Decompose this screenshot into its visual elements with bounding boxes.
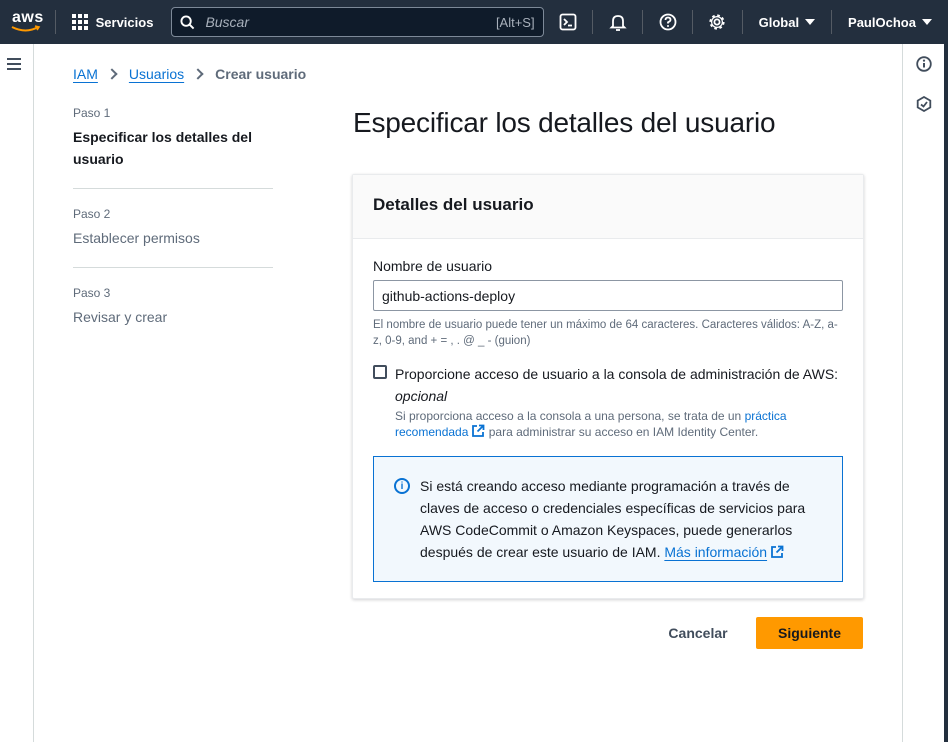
menu-icon[interactable] — [7, 58, 21, 73]
search-shortcut: [Alt+S] — [495, 14, 535, 30]
step-label: Especificar los detalles del usuario — [73, 129, 252, 167]
cancel-button[interactable]: Cancelar — [656, 617, 740, 649]
caret-down-icon — [805, 19, 816, 25]
info-alert: i Si está creando acceso mediante progra… — [373, 456, 843, 582]
optional-label: opcional — [395, 388, 448, 404]
cloudshell-button[interactable] — [544, 0, 593, 44]
account-menu[interactable]: PaulOchoa — [832, 15, 948, 30]
learn-more-link[interactable]: Más información — [664, 544, 767, 560]
breadcrumb-users[interactable]: Usuarios — [129, 66, 184, 82]
console-access-description: Si proporciona acceso a la consola a una… — [395, 408, 843, 440]
settings-button[interactable] — [693, 0, 742, 44]
wizard-steps: Paso 1 Especificar los detalles del usua… — [73, 106, 273, 364]
help-button[interactable] — [643, 0, 692, 44]
external-link-icon[interactable] — [471, 424, 485, 438]
notifications-button[interactable] — [593, 0, 642, 44]
console-access-option: Proporcione acceso de usuario a la conso… — [373, 363, 843, 440]
user-details-container: Detalles del usuario Nombre de usuario g… — [352, 174, 864, 599]
step-1: Paso 1 Especificar los detalles del usua… — [73, 106, 273, 189]
info-icon: i — [394, 478, 410, 494]
services-menu-button[interactable]: Servicios — [56, 0, 170, 44]
info-alert-text: Si está creando acceso mediante programa… — [420, 475, 822, 563]
card-header: Detalles del usuario — [353, 175, 863, 239]
breadcrumb-current: Crear usuario — [215, 66, 307, 82]
chevron-right-icon — [106, 68, 118, 80]
left-navigation-rail — [0, 44, 34, 742]
console-access-label-text: Proporcione acceso de usuario a la conso… — [395, 366, 839, 382]
step-label: Revisar y crear — [73, 309, 168, 325]
username-value: github-actions-deploy — [382, 287, 516, 304]
region-label: Global — [758, 14, 800, 30]
step-number: Paso 1 — [73, 106, 111, 120]
card-title: Detalles del usuario — [373, 195, 534, 214]
console-access-label[interactable]: Proporcione acceso de usuario a la conso… — [395, 363, 843, 407]
console-access-checkbox[interactable] — [373, 365, 387, 379]
region-selector[interactable]: Global — [743, 15, 831, 30]
console-access-desc-before: Si proporciona acceso a la consola a una… — [395, 409, 745, 423]
console-access-text: Proporcione acceso de usuario a la conso… — [395, 363, 843, 440]
user-label: PaulOchoa — [848, 14, 916, 30]
step-number: Paso 2 — [73, 207, 111, 221]
info-panel-icon[interactable] — [916, 56, 932, 72]
bell-icon — [609, 15, 627, 31]
breadcrumb-iam[interactable]: IAM — [73, 66, 98, 82]
step-label: Establecer permisos — [73, 230, 200, 246]
chevron-right-icon — [192, 68, 204, 80]
top-navigation: aws Servicios Buscar [Alt+S] Global Paul… — [0, 0, 948, 44]
breadcrumb: IAM Usuarios Crear usuario — [73, 66, 306, 82]
caret-down-icon — [921, 19, 932, 25]
aws-smile-icon — [11, 25, 41, 32]
services-grid-icon — [71, 14, 88, 30]
scrollbar[interactable] — [944, 44, 948, 742]
username-input[interactable]: github-actions-deploy — [373, 280, 843, 311]
search-placeholder: Buscar — [205, 14, 250, 30]
help-icon — [659, 13, 676, 31]
step-3: Paso 3 Revisar y crear — [73, 286, 273, 346]
search-icon — [180, 14, 195, 29]
aws-logo[interactable]: aws — [0, 0, 55, 44]
username-hint: El nombre de usuario puede tener un máxi… — [373, 319, 838, 347]
page-title: Especificar los detalles del usuario — [353, 107, 776, 138]
step-number: Paso 3 — [73, 286, 111, 300]
right-tools-rail — [902, 44, 948, 742]
search-input[interactable]: Buscar [Alt+S] — [171, 7, 544, 37]
card-body: Nombre de usuario github-actions-deploy … — [353, 239, 863, 602]
external-link-icon[interactable] — [770, 545, 784, 559]
cloudshell-icon — [559, 13, 577, 31]
gear-icon — [709, 14, 725, 30]
next-button[interactable]: Siguiente — [756, 617, 863, 649]
security-hub-icon[interactable] — [916, 96, 932, 112]
username-label: Nombre de usuario — [373, 258, 493, 274]
step-2: Paso 2 Establecer permisos — [73, 207, 273, 268]
services-label: Servicios — [95, 14, 154, 30]
console-access-desc-after: para administrar su acceso en IAM Identi… — [485, 425, 759, 439]
